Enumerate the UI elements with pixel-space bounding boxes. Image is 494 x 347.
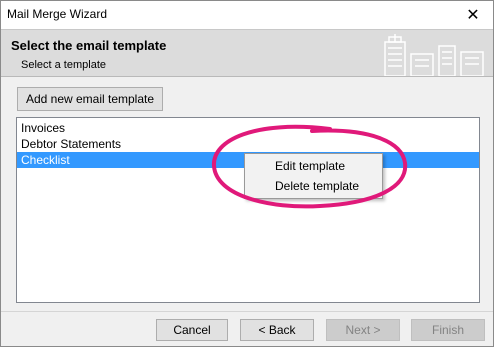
page-title: Select the email template [11, 38, 167, 53]
close-icon[interactable]: ✕ [453, 1, 493, 29]
cancel-button[interactable]: Cancel [156, 319, 228, 341]
finish-button[interactable]: Finish [411, 319, 485, 341]
page-subtitle: Select a template [21, 59, 106, 71]
context-menu: Edit template Delete template [244, 153, 383, 199]
next-button[interactable]: Next > [326, 319, 400, 341]
wizard-header: Select the email template Select a templ… [1, 29, 493, 77]
city-skyline-illustration [384, 34, 484, 76]
list-item[interactable]: Invoices [17, 120, 479, 136]
back-button[interactable]: < Back [240, 319, 314, 341]
title-bar: Mail Merge Wizard ✕ [1, 1, 493, 29]
add-email-template-button[interactable]: Add new email template [17, 87, 163, 111]
mail-merge-wizard-window: Mail Merge Wizard ✕ Select the email tem… [0, 0, 494, 347]
list-item[interactable]: Debtor Statements [17, 136, 479, 152]
window-title: Mail Merge Wizard [7, 7, 108, 21]
edit-template-menu-item[interactable]: Edit template [275, 159, 345, 173]
template-list[interactable]: Invoices Debtor Statements Checklist [16, 117, 480, 303]
footer-divider [1, 311, 493, 312]
delete-template-menu-item[interactable]: Delete template [275, 179, 359, 193]
